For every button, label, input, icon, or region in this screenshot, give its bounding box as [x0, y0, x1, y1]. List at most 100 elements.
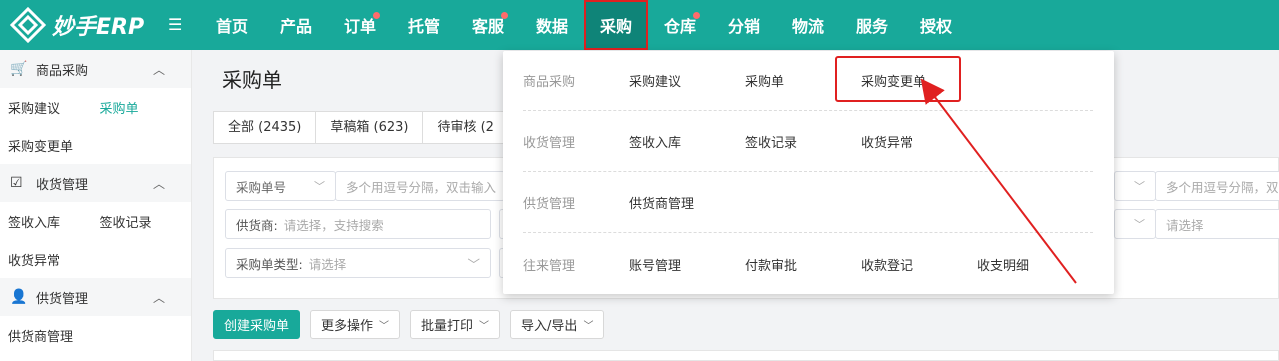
sidebar-item-supplier-management[interactable]: 供货商管理 — [8, 326, 100, 345]
menu-item-purchase-suggestion[interactable]: 采购建议 — [629, 71, 745, 90]
input-placeholder: 请选择 — [308, 256, 347, 272]
top-navbar: 妙手ERP ☰ 首页 产品 订单 托管 客服 数据 采购 仓库 分销 物流 服务 授权 — [0, 0, 1279, 50]
sidebar-item-purchase-suggestion[interactable]: 采购建议 — [8, 98, 100, 117]
nav-item-5[interactable]: 数据 — [520, 0, 584, 50]
dropdown-category: 收货管理 — [523, 136, 576, 151]
menu-item-supplier-management[interactable]: 供货商管理 — [629, 193, 745, 212]
notification-dot-icon — [501, 12, 508, 19]
chevron-up-icon: ︿ — [152, 290, 165, 305]
menu-item-receiving-exception[interactable]: 收货异常 — [861, 132, 977, 151]
more-actions-button[interactable]: 更多操作 ﹀ — [310, 310, 401, 339]
dropdown-row-accounts: 往来管理 账号管理 付款审批 收款登记 收支明细 — [523, 234, 1093, 294]
menu-item-receipt-registration[interactable]: 收款登记 — [861, 255, 977, 274]
dropdown-category: 供货管理 — [523, 197, 576, 212]
input-placeholder: 请选择 — [1166, 217, 1204, 233]
sidebar-row: 收货异常 — [0, 240, 191, 278]
tab-all[interactable]: 全部 (2435) — [214, 112, 317, 143]
sidebar-group-receiving[interactable]: ☑ 收货管理 ︿ — [0, 164, 191, 202]
table-header — [213, 350, 1279, 361]
logo-diamond-icon — [9, 6, 47, 44]
nav-item-label: 服务 — [855, 17, 888, 36]
nav-item-label: 数据 — [535, 17, 568, 36]
sidebar-group-title: 收货管理 — [36, 177, 89, 193]
nav-item-4[interactable]: 客服 — [456, 0, 520, 50]
checklist-icon: ☑ — [10, 175, 23, 191]
tab-drafts[interactable]: 草稿箱 (623) — [316, 112, 424, 143]
chevron-down-icon: ﹀ — [467, 256, 480, 272]
chevron-down-icon: ﹀ — [479, 321, 490, 332]
notification-dot-icon — [693, 12, 700, 19]
chevron-down-icon: ﹀ — [583, 321, 594, 332]
right-select-input[interactable]: 请选择 — [1155, 209, 1279, 239]
input-placeholder: 多个用逗号分隔，双击 — [1166, 179, 1279, 195]
supplier-label: 供货商: — [236, 217, 278, 233]
import-export-button[interactable]: 导入/导出 ﹀ — [510, 310, 605, 339]
sidebar-row: 采购建议 采购单 — [0, 88, 191, 126]
right-select[interactable]: ﹀ — [1114, 171, 1156, 201]
nav-item-label: 物流 — [791, 17, 824, 36]
nav-item-2[interactable]: 订单 — [328, 0, 392, 50]
sidebar-group-title: 供货管理 — [36, 291, 89, 307]
nav-item-label: 采购 — [599, 17, 632, 36]
chevron-down-icon: ﹀ — [1134, 180, 1145, 193]
action-bar: 创建采购单 更多操作 ﹀ 批量打印 ﹀ 导入/导出 ﹀ — [213, 310, 605, 339]
nav-item-label: 客服 — [471, 17, 504, 36]
order-type-select[interactable]: 采购单类型: 请选择 ﹀ — [225, 248, 491, 278]
input-placeholder: 请选择，支持搜索 — [283, 217, 384, 233]
cart-icon: 🛒 — [10, 61, 28, 77]
sidebar: 🛒 商品采购 ︿ 采购建议 采购单 采购变更单 ☑ 收货管理 ︿ 签收入库 签收… — [0, 50, 192, 361]
sidebar-group-purchase[interactable]: 🛒 商品采购 ︿ — [0, 50, 191, 88]
sidebar-row: 签收入库 签收记录 — [0, 202, 191, 240]
tab-pending-review[interactable]: 待审核 (2 — [423, 112, 509, 143]
nav-item-6[interactable]: 采购 — [584, 0, 648, 50]
order-no-type-select[interactable]: 采购单号 ﹀ — [225, 171, 336, 201]
select-value: 采购单号 — [236, 179, 287, 195]
right-select-2[interactable]: ﹀ — [1114, 209, 1156, 239]
menu-item-sign-records[interactable]: 签收记录 — [745, 132, 861, 151]
create-purchase-order-button[interactable]: 创建采购单 — [213, 310, 301, 339]
nav-item-11[interactable]: 授权 — [904, 0, 968, 50]
chevron-up-icon: ︿ — [152, 176, 165, 191]
app-logo[interactable]: 妙手ERP — [0, 6, 160, 44]
nav-item-label: 产品 — [279, 17, 312, 36]
sidebar-row: 供货商管理 — [0, 316, 191, 354]
sidebar-item-receiving-exception[interactable]: 收货异常 — [8, 250, 100, 269]
chevron-down-icon: ﹀ — [1134, 218, 1145, 231]
nav-item-0[interactable]: 首页 — [200, 0, 264, 50]
sidebar-item-sign-records[interactable]: 签收记录 — [100, 212, 192, 231]
highlight-box — [835, 56, 961, 102]
chevron-down-icon: ﹀ — [314, 180, 325, 193]
nav-item-9[interactable]: 物流 — [776, 0, 840, 50]
dropdown-category: 往来管理 — [523, 258, 576, 274]
sidebar-item-purchase-change[interactable]: 采购变更单 — [8, 136, 100, 155]
menu-item-sign-in-stock[interactable]: 签收入库 — [629, 132, 745, 151]
sidebar-item-purchase-order[interactable]: 采购单 — [100, 98, 192, 117]
dropdown-row-supply: 供货管理 供货商管理 — [523, 173, 1093, 233]
sidebar-group-title: 商品采购 — [36, 63, 89, 79]
menu-toggle-icon[interactable]: ☰ — [168, 17, 186, 33]
button-label: 更多操作 — [321, 319, 374, 334]
nav-item-7[interactable]: 仓库 — [648, 0, 712, 50]
nav-item-label: 首页 — [215, 17, 248, 36]
supplier-input[interactable]: 供货商: 请选择，支持搜索 — [225, 209, 491, 239]
dropdown-row-receiving: 收货管理 签收入库 签收记录 收货异常 — [523, 112, 1093, 172]
nav-item-label: 托管 — [407, 17, 440, 36]
user-gear-icon: 👤 — [10, 289, 28, 305]
nav-item-8[interactable]: 分销 — [712, 0, 776, 50]
nav-item-label: 授权 — [919, 17, 952, 36]
nav-item-1[interactable]: 产品 — [264, 0, 328, 50]
menu-item-payment-approval[interactable]: 付款审批 — [745, 255, 861, 274]
nav-item-3[interactable]: 托管 — [392, 0, 456, 50]
chevron-up-icon: ︿ — [152, 62, 165, 77]
menu-item-account-management[interactable]: 账号管理 — [629, 255, 745, 274]
right-multi-input[interactable]: 多个用逗号分隔，双击 — [1155, 171, 1279, 201]
sidebar-group-supply[interactable]: 👤 供货管理 ︿ — [0, 278, 191, 316]
order-no-input[interactable]: 多个用逗号分隔，双击输入 — [335, 171, 505, 201]
nav-item-10[interactable]: 服务 — [840, 0, 904, 50]
input-placeholder: 多个用逗号分隔，双击输入 — [346, 179, 497, 195]
logo-text: 妙手ERP — [52, 15, 145, 40]
dropdown-row-purchase: 商品采购 采购建议 采购单 采购变更单 — [523, 51, 1093, 111]
menu-item-income-expense-details[interactable]: 收支明细 — [977, 255, 1093, 274]
sidebar-item-sign-in-stock[interactable]: 签收入库 — [8, 212, 100, 231]
batch-print-button[interactable]: 批量打印 ﹀ — [410, 310, 501, 339]
